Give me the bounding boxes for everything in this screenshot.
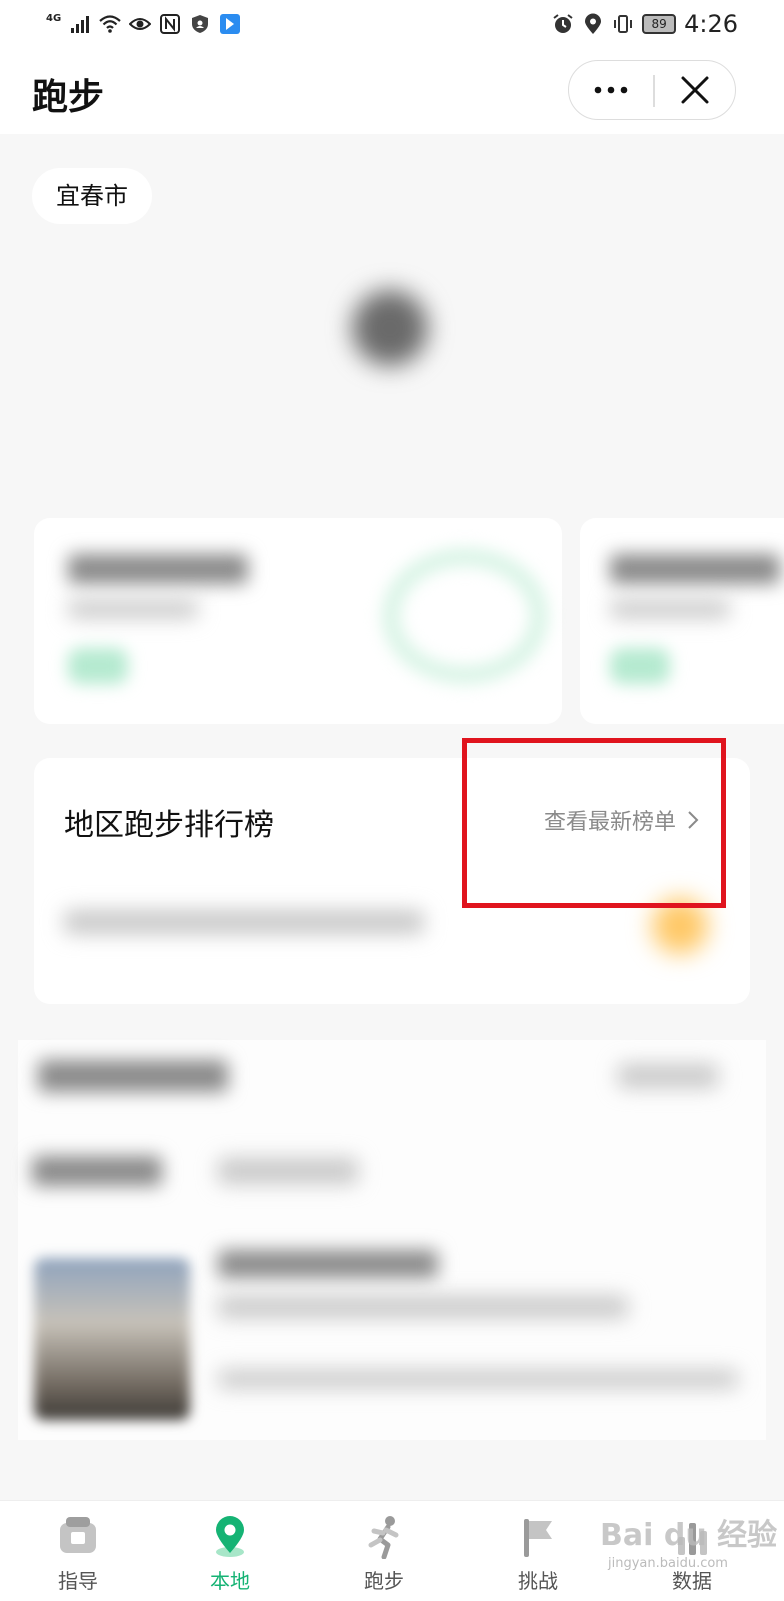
blurred-item-subtitle (218, 1296, 628, 1318)
signal-icon (71, 16, 90, 33)
tab-guide[interactable]: 指导 (18, 1501, 138, 1601)
app-notification-icon (220, 14, 241, 34)
blurred-filter-1 (32, 1156, 162, 1186)
blurred-thumbnail (34, 1258, 190, 1420)
watermark-url: jingyan.baidu.com (608, 1556, 728, 1571)
blurred-filter-2 (218, 1158, 358, 1184)
guide-icon (60, 1517, 96, 1553)
blurred-avatar (352, 290, 428, 366)
close-icon (681, 76, 709, 104)
blurred-item-title (218, 1250, 438, 1278)
city-selector[interactable]: 宜春市 (32, 168, 152, 224)
network-type: 4G (46, 12, 62, 24)
wifi-icon (99, 15, 121, 33)
nav-header: 跑步 (0, 48, 784, 134)
blurred-item-meta (218, 1370, 738, 1388)
blurred-card-badge (68, 648, 128, 684)
alarm-icon (553, 14, 573, 33)
blurred-card-title (610, 554, 780, 584)
tab-label: 本地 (210, 1569, 250, 1593)
status-left: 4G (46, 10, 241, 38)
battery-icon: 89 (642, 14, 677, 34)
blurred-feature-card[interactable] (34, 518, 562, 724)
status-right: 89 4:26 (552, 10, 738, 38)
tab-label: 指导 (58, 1569, 98, 1593)
close-button[interactable] (655, 61, 735, 119)
watermark-logo: Bai du 经验 (600, 1518, 778, 1553)
shield-icon (192, 15, 209, 33)
blurred-ranking-text (64, 910, 424, 934)
blurred-card-title (68, 554, 248, 584)
blurred-card-subtitle (68, 600, 198, 618)
tab-label: 挑战 (518, 1569, 558, 1593)
runner-icon (368, 1516, 399, 1559)
ranking-title: 地区跑步排行榜 (64, 808, 274, 843)
vibrate-icon (614, 15, 633, 33)
tab-challenge[interactable]: 挑战 (478, 1501, 598, 1601)
more-dots-icon (594, 86, 628, 94)
location-pin-icon (216, 1516, 244, 1557)
eye-icon (129, 18, 152, 30)
flag-icon (524, 1519, 552, 1557)
clock: 4:26 (684, 10, 738, 38)
more-button[interactable] (569, 61, 653, 119)
annotation-highlight-box (462, 738, 726, 908)
location-icon (585, 13, 602, 34)
blurred-card-graphic (382, 548, 548, 684)
nfc-icon (160, 14, 181, 34)
status-bar: 4G 89 4:26 (0, 0, 784, 48)
blurred-card-badge (610, 648, 670, 684)
blurred-section-title (38, 1060, 228, 1092)
blurred-card-subtitle (610, 600, 730, 618)
blurred-section-link (618, 1064, 718, 1088)
blurred-feature-card-2[interactable] (580, 518, 784, 724)
mini-program-capsule (568, 60, 736, 120)
tab-label: 跑步 (364, 1569, 404, 1593)
tab-local[interactable]: 本地 (170, 1501, 290, 1601)
page-title: 跑步 (32, 77, 105, 118)
tab-run[interactable]: 跑步 (324, 1501, 444, 1601)
